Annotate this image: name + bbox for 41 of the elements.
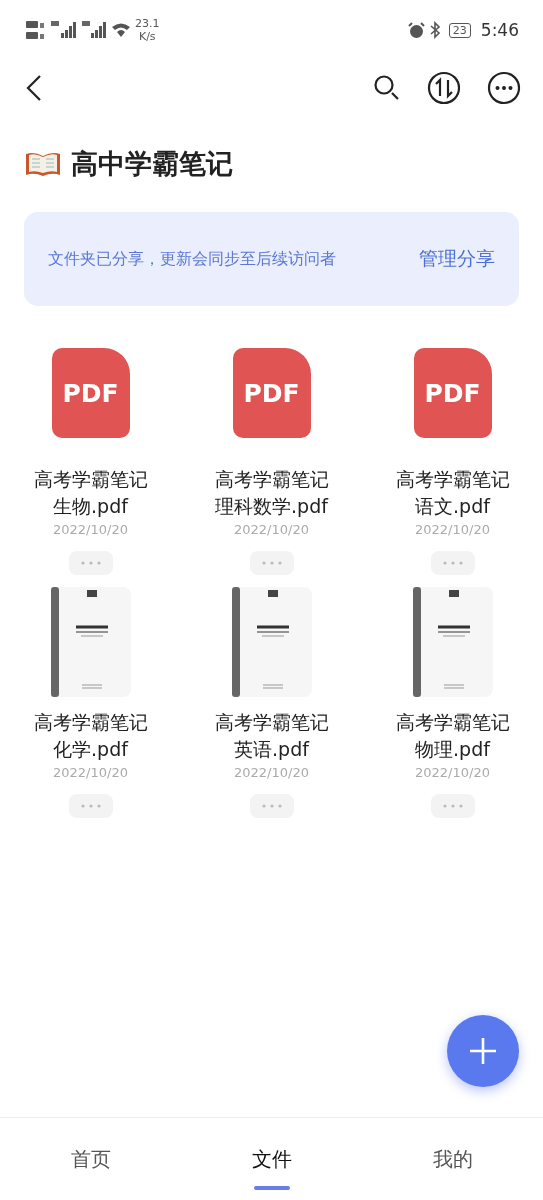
pdf-file-icon[interactable]: PDF <box>413 348 492 438</box>
file-date: 2022/10/20 <box>415 522 490 537</box>
nav-tab[interactable]: 我的 <box>362 1118 543 1200</box>
file-date: 2022/10/20 <box>234 522 309 537</box>
sort-button[interactable] <box>427 71 461 105</box>
share-message: 文件夹已分享，更新会同步至后续访问者 <box>48 248 336 270</box>
search-button[interactable] <box>373 74 401 102</box>
file-name[interactable]: 高考学霸笔记生物.pdf <box>25 466 156 520</box>
plus-icon <box>468 1036 498 1066</box>
document-cover-drawing[interactable] <box>231 587 312 697</box>
nav-tab[interactable]: 文件 <box>181 1118 362 1200</box>
signal-icon <box>49 20 77 40</box>
document-cover-drawing[interactable] <box>50 587 131 697</box>
book-icon <box>25 151 61 177</box>
alarm-icon <box>407 21 425 39</box>
wifi-icon <box>111 22 131 38</box>
add-button[interactable] <box>447 1015 519 1087</box>
folder-title: 高中学霸笔记 <box>71 147 233 181</box>
nav-tab[interactable]: 首页 <box>0 1118 181 1200</box>
pdf-file-icon[interactable]: PDF <box>232 348 311 438</box>
file-name[interactable]: 高考学霸笔记理科数学.pdf <box>206 466 337 520</box>
battery-indicator: 23 <box>448 22 471 38</box>
manage-share-link[interactable]: 管理分享 <box>419 246 495 272</box>
document-cover-drawing[interactable] <box>412 587 493 697</box>
signal-icon <box>81 20 107 40</box>
file-date: 2022/10/20 <box>53 765 128 780</box>
file-name[interactable]: 高考学霸笔记物理.pdf <box>387 709 518 763</box>
file-date: 2022/10/20 <box>53 522 128 537</box>
bluetooth-icon <box>428 21 441 39</box>
clock: 5:46 <box>480 20 519 40</box>
file-name[interactable]: 高考学霸笔记语文.pdf <box>387 466 518 520</box>
file-date: 2022/10/20 <box>234 765 309 780</box>
network-speed: 23.1 <box>135 17 160 30</box>
back-button[interactable] <box>26 74 42 102</box>
pdf-file-icon[interactable]: PDF <box>51 348 130 438</box>
speed-unit: K/s <box>138 30 156 43</box>
more-button[interactable] <box>487 71 521 105</box>
file-name[interactable]: 高考学霸笔记化学.pdf <box>25 709 156 763</box>
file-name[interactable]: 高考学霸笔记英语.pdf <box>206 709 337 763</box>
sim-icon <box>25 19 45 41</box>
file-date: 2022/10/20 <box>415 765 490 780</box>
